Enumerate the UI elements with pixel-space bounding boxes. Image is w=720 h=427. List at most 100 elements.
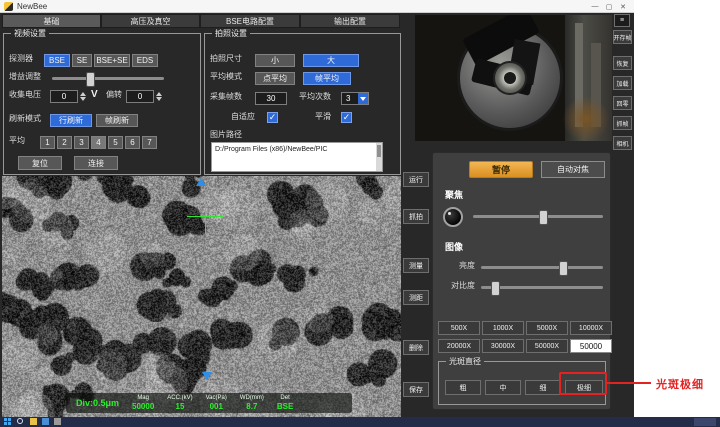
crosshair-vertical [205, 198, 206, 234]
stat-wd-label: WD(mm) [240, 395, 264, 402]
taskbar-app-icon-1[interactable] [30, 418, 37, 425]
contrast-slider[interactable] [481, 281, 603, 294]
voltage-unit-label: V [91, 89, 98, 100]
distance-button[interactable]: 测距 [403, 290, 429, 305]
average-5-button[interactable]: 5 [108, 136, 123, 149]
deflect-input[interactable]: 0 [126, 90, 154, 103]
search-icon[interactable] [17, 418, 23, 424]
save-button[interactable]: 保存 [403, 382, 429, 397]
mag-5000x-button[interactable]: 5000X [526, 321, 568, 335]
size-large-button[interactable]: 大 [303, 54, 359, 67]
average-4-button[interactable]: 4 [91, 136, 106, 149]
load-button[interactable]: 加载 [613, 76, 632, 90]
average-7-button[interactable]: 7 [142, 136, 157, 149]
image-path-input[interactable]: D:/Program Files (x86)/NewBee/PIC [211, 142, 383, 172]
detector-bse-button[interactable]: BSE [44, 54, 70, 67]
average-6-button[interactable]: 6 [125, 136, 140, 149]
taskbar-app-icon-3[interactable] [54, 418, 61, 425]
photo-size-label: 拍照尺寸 [210, 52, 242, 65]
collect-voltage-input[interactable]: 0 [50, 90, 78, 103]
snapshot-button[interactable]: 抓拍 [403, 209, 429, 224]
titlebar: NewBee — ▢ ✕ [0, 0, 634, 13]
brightness-slider[interactable] [481, 261, 603, 274]
home-zero-button[interactable]: 回零 [613, 96, 632, 110]
tab-basic[interactable]: 基础 [2, 14, 101, 28]
tab-hv-vacuum[interactable]: 高压及真空 [101, 14, 200, 28]
average-3-button[interactable]: 3 [74, 136, 89, 149]
panel-toggle-button[interactable]: ≡ [614, 14, 630, 27]
stat-acc: ACC.(kV) 15 [167, 395, 192, 411]
reset-button[interactable]: 复位 [18, 156, 62, 170]
restore-button[interactable]: 恢复 [613, 56, 632, 70]
adaptive-label: 自适应 [231, 110, 255, 123]
average-count-select[interactable]: 3 [341, 92, 369, 105]
capture-frames-input[interactable]: 30 [255, 92, 287, 105]
stat-wd: WD(mm) 8.7 [240, 395, 264, 411]
contrast-slider-handle[interactable] [491, 281, 500, 296]
stat-det: Det BSE [277, 395, 293, 411]
path-scrollbar[interactable] [376, 143, 382, 171]
focus-slider-handle[interactable] [539, 210, 548, 225]
tab-output-config[interactable]: 输出配置 [300, 14, 400, 28]
mag-50000x-button[interactable]: 50000X [526, 339, 568, 353]
sem-image[interactable] [2, 176, 401, 417]
smooth-checkbox[interactable] [341, 112, 352, 123]
scan-marker-top-icon[interactable] [196, 178, 206, 186]
spot-fine-button[interactable]: 细 [525, 380, 561, 395]
spot-coarse-button[interactable]: 粗 [445, 380, 481, 395]
system-tray[interactable] [694, 418, 716, 426]
frame-refresh-button[interactable]: 帧刷新 [96, 114, 138, 127]
adaptive-checkbox[interactable] [267, 112, 278, 123]
point-average-button[interactable]: 点平均 [255, 72, 295, 85]
detector-se-button[interactable]: SE [72, 54, 92, 67]
connect-button[interactable]: 连接 [74, 156, 118, 170]
line-refresh-button[interactable]: 行刷新 [50, 114, 92, 127]
detector-bse-se-button[interactable]: BSE+SE [94, 54, 130, 67]
mag-1000x-button[interactable]: 1000X [482, 321, 524, 335]
frame-average-button[interactable]: 帧平均 [303, 72, 351, 85]
autofocus-button[interactable]: 自动对焦 [541, 161, 605, 178]
annotation-text: 光斑极细 [656, 376, 704, 392]
video-settings-title: 视频设置 [11, 28, 49, 39]
stat-wd-value: 8.7 [246, 402, 257, 411]
minimize-button[interactable]: — [588, 0, 602, 13]
focus-slider[interactable] [473, 210, 603, 223]
size-small-button[interactable]: 小 [255, 54, 295, 67]
mag-30000x-button[interactable]: 30000X [482, 339, 524, 353]
tab-bse-circuit[interactable]: BSE电路配置 [200, 14, 300, 28]
start-button-icon[interactable] [4, 418, 7, 421]
smooth-label: 平滑 [315, 110, 331, 123]
delete-button[interactable]: 删除 [403, 340, 429, 355]
mag-500x-button[interactable]: 500X [438, 321, 480, 335]
brightness-slider-handle[interactable] [559, 261, 568, 276]
spot-medium-button[interactable]: 中 [485, 380, 521, 395]
save-frame-button[interactable]: 开存帧 [613, 30, 632, 44]
mag-value-input[interactable]: 50000 [570, 339, 612, 353]
gain-slider-handle[interactable] [86, 72, 95, 87]
mag-20000x-button[interactable]: 20000X [438, 339, 480, 353]
gain-slider[interactable] [52, 72, 164, 85]
mag-10000x-button[interactable]: 10000X [570, 321, 612, 335]
app-window: NewBee — ▢ ✕ 基础 高压及真空 BSE电路配置 输出配置 视频设置 … [0, 0, 634, 417]
stat-vac: Vac(Pa) 001 [206, 395, 227, 411]
path-scrollbar-thumb[interactable] [377, 145, 381, 157]
detector-eds-button[interactable]: EDS [132, 54, 158, 67]
grab-frame-button[interactable]: 抓帧 [613, 116, 632, 130]
collect-voltage-stepper[interactable] [79, 90, 87, 103]
photo-settings-title: 拍照设置 [212, 28, 250, 39]
camera-button[interactable]: 相机 [613, 136, 632, 150]
brightness-slider-track [481, 266, 603, 269]
average-2-button[interactable]: 2 [57, 136, 72, 149]
maximize-button[interactable]: ▢ [602, 0, 616, 13]
focus-knob[interactable] [443, 207, 463, 227]
measure-button[interactable]: 测量 [403, 258, 429, 273]
average-1-button[interactable]: 1 [40, 136, 55, 149]
run-button[interactable]: 运行 [403, 172, 429, 187]
taskbar-app-icon-2[interactable] [42, 418, 49, 425]
stat-acc-label: ACC.(kV) [167, 395, 192, 402]
scan-marker-bottom-icon[interactable] [202, 372, 212, 380]
close-button[interactable]: ✕ [616, 0, 630, 13]
status-overlay: Div:0.5μm Mag 50000 ACC.(kV) 15 Vac(Pa) … [66, 393, 352, 413]
pause-button[interactable]: 暂停 [469, 161, 533, 178]
deflect-stepper[interactable] [155, 90, 163, 103]
